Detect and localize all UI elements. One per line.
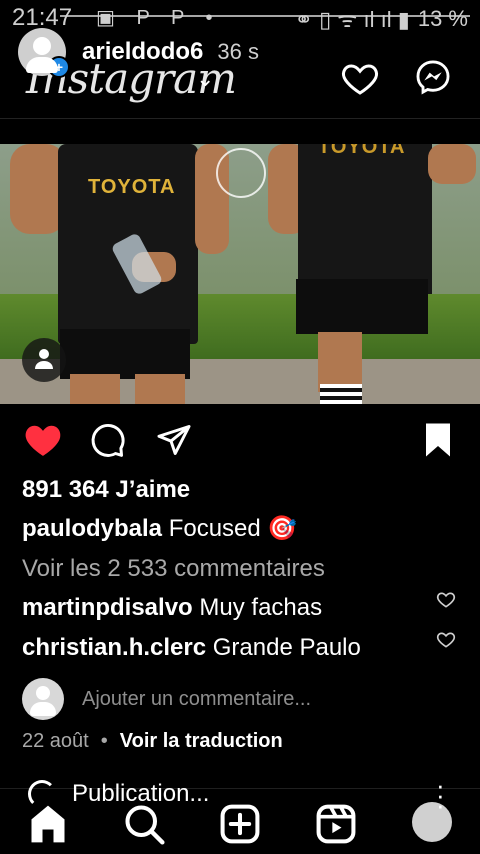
sponsor-logo: TOYOTA: [318, 144, 406, 158]
header-divider: [0, 118, 480, 119]
post-actions: [0, 420, 480, 460]
separator-dot: •: [100, 730, 108, 752]
progress-line: [60, 15, 470, 17]
heart-icon[interactable]: [340, 58, 380, 98]
player-shorts: [60, 329, 190, 379]
comment-like-icon[interactable]: [436, 590, 456, 610]
player-arm: [428, 144, 476, 184]
toast-text: Publication...: [72, 780, 210, 807]
profile-icon[interactable]: [412, 802, 452, 842]
caption: paulodybala Focused 🎯: [22, 514, 297, 543]
avatar[interactable]: +: [18, 28, 70, 78]
battery-level: 13 %: [417, 6, 468, 31]
player-shorts: [296, 279, 428, 334]
comment-row: christian.h.clerc Grande Paulo: [22, 634, 361, 662]
comment-author[interactable]: christian.h.clerc: [22, 634, 206, 661]
tagged-users-button[interactable]: [22, 338, 66, 382]
add-story-badge[interactable]: +: [48, 56, 70, 78]
view-all-comments[interactable]: Voir les 2 533 commentaires: [22, 555, 325, 583]
comment-icon[interactable]: [90, 422, 126, 458]
add-comment-row: [22, 678, 444, 720]
player-sock: [320, 384, 362, 404]
caption-author[interactable]: paulodybala: [22, 515, 162, 542]
post-date: 22 août: [22, 730, 89, 752]
player-shirt: [298, 144, 432, 294]
post-meta: 22 août • Voir la traduction: [22, 730, 283, 753]
comment-like-icon[interactable]: [436, 630, 456, 650]
player-leg: [135, 374, 185, 404]
more-options-icon[interactable]: · · ·: [436, 772, 445, 818]
story-username[interactable]: arieldodo6: [82, 38, 203, 66]
messenger-icon[interactable]: [414, 58, 452, 96]
upload-toast: Publication...: [28, 780, 209, 808]
comment-text: Muy fachas: [199, 594, 323, 621]
search-icon[interactable]: [122, 802, 166, 846]
story-row[interactable]: + arieldodo6 36 s: [18, 26, 259, 78]
focus-ring: [216, 148, 266, 198]
comment-row: martinpdisalvo Muy fachas: [22, 594, 322, 622]
save-bookmark-icon[interactable]: [422, 422, 454, 458]
caption-text: Focused 🎯: [168, 515, 298, 542]
like-heart-icon[interactable]: [24, 422, 62, 458]
avatar[interactable]: [22, 678, 64, 720]
reels-icon[interactable]: [314, 802, 358, 846]
translate-link[interactable]: Voir la traduction: [120, 730, 283, 753]
likes-count[interactable]: 891 364 J’aime: [22, 476, 190, 504]
comment-text: Grande Paulo: [212, 634, 361, 661]
player-leg: [318, 332, 362, 392]
loading-spinner-icon: [28, 780, 56, 808]
person-icon: [35, 349, 53, 369]
sponsor-logo: TOYOTA: [88, 176, 176, 198]
home-icon[interactable]: [26, 802, 70, 846]
create-icon[interactable]: [218, 802, 262, 846]
comment-author[interactable]: martinpdisalvo: [22, 594, 193, 621]
story-time: 36 s: [217, 39, 259, 64]
comment-input[interactable]: [80, 686, 444, 712]
status-system-icons: ⚭ ▯ ᯤ ıl ıl ▮: [294, 7, 410, 32]
player-leg: [70, 374, 120, 404]
share-icon[interactable]: [156, 422, 192, 458]
